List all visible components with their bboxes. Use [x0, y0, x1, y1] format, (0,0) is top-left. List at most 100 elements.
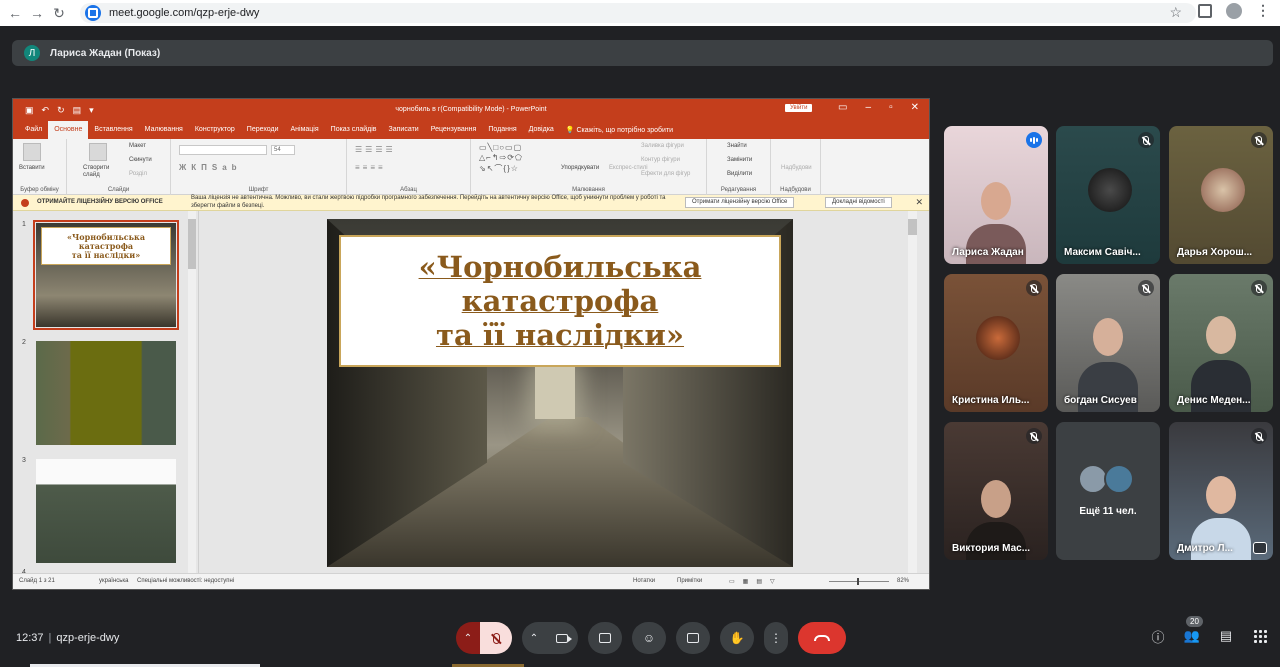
thumbnail-scrollbar[interactable]: [188, 211, 196, 575]
addins-button[interactable]: Надбудови: [781, 165, 812, 171]
arrange-button[interactable]: Упорядкувати: [561, 165, 599, 171]
tab-home[interactable]: Основне: [48, 121, 89, 139]
more-participants-tile[interactable]: Ещё 11 чел.: [1056, 422, 1160, 560]
shape-fill-button[interactable]: Заливка фігури: [641, 143, 684, 149]
participant-tile[interactable]: богдан Сисуев: [1056, 274, 1160, 412]
group-label-editing: Редагування: [720, 187, 757, 193]
comments-button[interactable]: Примітки: [677, 578, 702, 584]
font-format-buttons[interactable]: ЖКПSab: [179, 163, 242, 172]
more-info-button[interactable]: Докладні відомості: [825, 197, 892, 208]
zoom-slider[interactable]: [829, 578, 889, 585]
tab-animations[interactable]: Анімація: [285, 121, 325, 139]
shape-outline-button[interactable]: Контур фігури: [641, 157, 680, 163]
replace-button[interactable]: Замінити: [727, 157, 752, 163]
layout-button[interactable]: Макет: [129, 143, 146, 149]
notes-button[interactable]: Нотатки: [633, 578, 655, 584]
participant-tile[interactable]: Дмитро Л...: [1169, 422, 1273, 560]
minimize-icon[interactable]: –: [866, 102, 872, 113]
current-slide[interactable]: «Чорнобильська катастрофа та її наслідки…: [327, 219, 793, 567]
participant-tile[interactable]: Денис Меден...: [1169, 274, 1273, 412]
tab-review[interactable]: Рецензування: [425, 121, 483, 139]
participant-tile[interactable]: Виктория Мас...: [944, 422, 1048, 560]
camera-control: ⌃: [522, 622, 578, 654]
leave-call-button[interactable]: [798, 622, 846, 654]
slide-thumbnail-3[interactable]: [36, 459, 176, 563]
font-name-box[interactable]: [179, 145, 267, 155]
mic-off-icon: [1251, 132, 1267, 148]
group-label-paragraph: Абзац: [400, 187, 417, 193]
tell-me-search[interactable]: 💡 Скажіть, що потрібно зробити: [566, 126, 673, 134]
back-icon[interactable]: ←: [4, 2, 26, 24]
ribbon-display-icon[interactable]: ▭: [838, 102, 847, 113]
tab-design[interactable]: Конструктор: [189, 121, 241, 139]
align-buttons[interactable]: ≡≡≡≡: [355, 163, 386, 172]
camera-options-chevron-up-icon[interactable]: ⌃: [522, 622, 546, 654]
more-options-button[interactable]: ⋮: [764, 622, 788, 654]
list-buttons[interactable]: ☰☰☰☰: [355, 145, 396, 154]
slide-title-box[interactable]: «Чорнобильська катастрофа та її наслідки…: [339, 235, 781, 367]
address-bar[interactable]: meet.google.com/qzp-erje-dwy ☆: [80, 3, 1196, 23]
close-icon[interactable]: ✕: [911, 102, 919, 113]
signin-button[interactable]: Увійти: [785, 104, 813, 112]
apps-grid-icon: [1253, 629, 1267, 643]
profile-avatar[interactable]: [1226, 2, 1242, 19]
tab-draw[interactable]: Малювання: [139, 121, 189, 139]
tab-help[interactable]: Довідка: [523, 121, 560, 139]
mic-options-chevron-up-icon[interactable]: ⌃: [456, 622, 480, 654]
pin-icon[interactable]: [1253, 542, 1267, 554]
forward-icon[interactable]: →: [26, 2, 48, 24]
tab-view[interactable]: Подання: [482, 121, 522, 139]
slide-scrollbar[interactable]: [908, 211, 917, 575]
people-count-badge: 20: [1186, 616, 1203, 627]
slide-thumbnail-1[interactable]: «Чорнобильська катастрофа та її наслідки…: [33, 220, 179, 330]
reload-icon[interactable]: ↻: [48, 2, 70, 24]
accessibility-status[interactable]: Спеціальні можливості: недоступні: [137, 578, 234, 584]
participant-tile[interactable]: Максим Савіч...: [1056, 126, 1160, 264]
shapes-gallery[interactable]: ▭╲□○▭▢: [479, 143, 522, 152]
scroll-thumb[interactable]: [188, 219, 196, 269]
extensions-icon[interactable]: [1198, 3, 1212, 18]
browser-menu-icon[interactable]: ⋮: [1256, 2, 1270, 19]
participant-tile[interactable]: Лариса Жадан: [944, 126, 1048, 264]
reactions-button[interactable]: ☺: [632, 622, 666, 654]
section-button[interactable]: Розділ: [129, 171, 147, 177]
present-button[interactable]: [676, 622, 710, 654]
maximize-icon[interactable]: ▫: [889, 102, 893, 113]
shape-effects-button[interactable]: Ефекти для фігур: [641, 171, 690, 177]
reset-button[interactable]: Скинути: [129, 157, 152, 163]
new-slide-button[interactable]: Створити слайд: [83, 165, 117, 179]
people-button[interactable]: 👥 20: [1184, 616, 1203, 644]
activities-button[interactable]: [1252, 628, 1268, 644]
view-buttons[interactable]: ▭▦▤▽: [729, 578, 783, 585]
find-button[interactable]: Знайти: [727, 143, 747, 149]
paste-icon[interactable]: [23, 143, 41, 161]
raise-hand-button[interactable]: ✋: [720, 622, 754, 654]
select-button[interactable]: Виділити: [727, 171, 752, 177]
get-license-button[interactable]: Отримати ліцензійну версію Office: [685, 197, 795, 208]
new-slide-icon[interactable]: [89, 143, 107, 161]
language-status[interactable]: українська: [99, 578, 129, 584]
microphone-toggle-button[interactable]: [480, 622, 512, 654]
captions-button[interactable]: [588, 622, 622, 654]
bookmark-star-icon[interactable]: ☆: [1169, 4, 1182, 21]
zoom-knob[interactable]: [857, 578, 859, 585]
scroll-thumb[interactable]: [908, 219, 917, 235]
camera-toggle-button[interactable]: [546, 622, 578, 654]
zoom-level[interactable]: 82%: [897, 578, 909, 584]
participant-tile[interactable]: Кристина Иль...: [944, 274, 1048, 412]
close-icon[interactable]: ✕: [915, 197, 923, 208]
chat-button[interactable]: ▤: [1218, 628, 1234, 644]
participant-name: Кристина Иль...: [952, 395, 1030, 406]
font-size-box[interactable]: 54: [271, 145, 295, 155]
tab-file[interactable]: Файл: [19, 121, 48, 139]
tab-transitions[interactable]: Переходи: [241, 121, 285, 139]
slide-thumbnail-2[interactable]: [36, 341, 176, 445]
paste-button[interactable]: Вставити: [19, 165, 45, 171]
participant-tile[interactable]: Дарья Хорош...: [1169, 126, 1273, 264]
tab-record[interactable]: Записати: [383, 121, 425, 139]
tab-slideshow[interactable]: Показ слайдів: [325, 121, 383, 139]
meeting-details-button[interactable]: ⓘ: [1150, 628, 1166, 645]
meeting-code[interactable]: qzp-erje-dwy: [56, 632, 119, 644]
tab-insert[interactable]: Вставлення: [88, 121, 138, 139]
group-label-font: Шрифт: [248, 187, 269, 193]
